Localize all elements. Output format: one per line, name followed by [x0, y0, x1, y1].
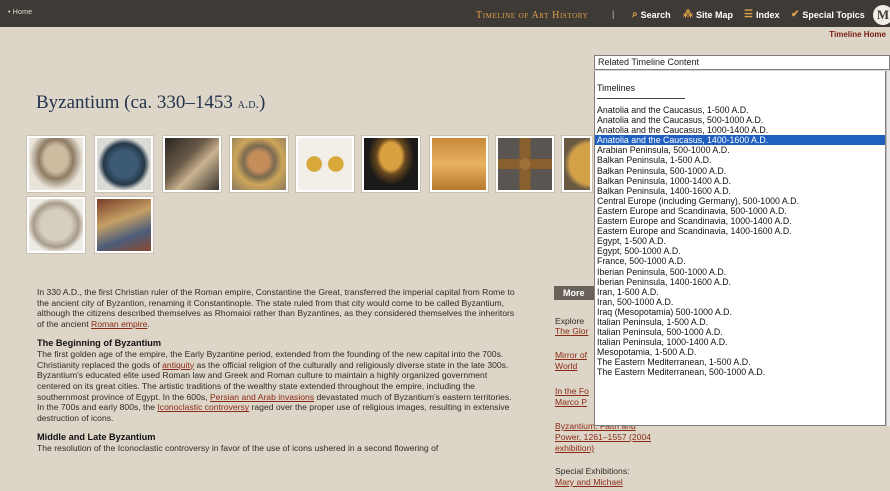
thumbnail-painted-icon[interactable] [95, 197, 153, 253]
related-content-dropdown-list[interactable]: Timelines Anatolia and the Caucasus, 1-5… [594, 71, 886, 426]
timeline-home-link[interactable]: Timeline Home [829, 30, 886, 39]
dropdown-option[interactable]: Italian Peninsula, 1-500 A.D. [595, 317, 885, 327]
dropdown-option[interactable]: Iraq (Mesopotamia) 500-1000 A.D. [595, 307, 885, 317]
page-title: Byzantium (ca. 330–1453 a.d.) [36, 92, 265, 114]
dropdown-option[interactable]: Iberian Peninsula, 500-1000 A.D. [595, 267, 885, 277]
special-exhibitions-label: Special Exhibitions: [555, 466, 630, 476]
dropdown-divider [597, 98, 685, 99]
thumbnail-bronze-cross[interactable] [496, 136, 554, 192]
search-icon: ⌕ [632, 9, 638, 20]
iconoclastic-controversy-link[interactable]: Iconoclastic controversy [157, 402, 249, 412]
dropdown-option[interactable]: Balkan Peninsula, 1-500 A.D. [595, 155, 885, 165]
byzantium-faith-power-link-line3[interactable]: exhibition) [555, 443, 685, 454]
intro-paragraph: In 330 A.D., the first Christian ruler o… [37, 287, 517, 330]
essay-content: In 330 A.D., the first Christian ruler o… [37, 287, 517, 461]
dropdown-option[interactable]: Iberian Peninsula, 1400-1600 A.D. [595, 277, 885, 287]
dropdown-option[interactable]: Mesopotamia, 1-500 A.D. [595, 347, 885, 357]
dropdown-option[interactable]: The Eastern Mediterranean, 500-1000 A.D. [595, 367, 885, 377]
dropdown-option[interactable]: Egypt, 1-500 A.D. [595, 236, 885, 246]
dropdown-option[interactable]: Balkan Peninsula, 1400-1600 A.D. [595, 186, 885, 196]
search-label: Search [640, 9, 671, 20]
museum-logo[interactable]: M [873, 5, 890, 25]
search-link[interactable]: ⌕ Search [632, 9, 671, 20]
title-close: ) [259, 92, 266, 113]
dropdown-options: Anatolia and the Caucasus, 1-500 A.D. Ana… [595, 105, 885, 378]
thumbnail-gold-medallion[interactable] [562, 136, 592, 192]
thumbnail-gold-chalice[interactable] [362, 136, 420, 192]
dropdown-option[interactable]: Italian Peninsula, 1000-1400 A.D. [595, 337, 885, 347]
thumbnail-mosaic-panel[interactable] [163, 136, 221, 192]
dropdown-option[interactable]: Eastern Europe and Scandinavia, 1400-160… [595, 226, 885, 236]
byzantium-faith-power-link-line2[interactable]: Power, 1261–1557 (2004 [555, 432, 685, 443]
dropdown-option[interactable]: Italian Peninsula, 500-1000 A.D. [595, 327, 885, 337]
middle-late-paragraph: The resolution of the Iconoclastic contr… [37, 442, 439, 453]
mary-and-michael-link[interactable]: Mary and Michael [555, 477, 685, 488]
site-map-icon: ⁂ [683, 9, 693, 20]
dropdown-option[interactable]: Anatolia and the Caucasus, 1-500 A.D. [595, 105, 885, 115]
thumbnail-gold-coins[interactable] [296, 136, 354, 192]
dropdown-option[interactable]: Anatolia and the Caucasus, 1400-1600 A.D… [595, 135, 885, 146]
dropdown-option[interactable]: Balkan Peninsula, 500-1000 A.D. [595, 166, 885, 176]
more-resources-header: More [554, 286, 594, 300]
dropdown-option[interactable]: Egypt, 500-1000 A.D. [595, 246, 885, 256]
dropdown-option[interactable]: Arabian Peninsula, 500-1000 A.D. [595, 145, 885, 155]
index-link[interactable]: ☰ Index [744, 9, 779, 20]
site-map-label: Site Map [696, 9, 734, 20]
dropdown-scrollbar[interactable] [886, 71, 890, 426]
special-topics-link[interactable]: ✔ Special Topics [791, 9, 865, 20]
thumbnail-saint-portrait[interactable] [230, 136, 288, 192]
top-navigation-bar: • Home Timeline of Art History | ⌕ Searc… [0, 0, 890, 27]
intro-text-end: . [147, 319, 150, 330]
site-map-link[interactable]: ⁂ Site Map [683, 9, 733, 20]
section-heading-middle-late: Middle and Late Byzantium [37, 431, 156, 442]
title-main: Byzantium (ca. 330–1453 [36, 92, 238, 113]
site-title-link[interactable]: Timeline of Art History [476, 10, 588, 21]
dropdown-option[interactable]: Central Europe (including Germany), 500-… [595, 196, 885, 206]
checkmark-icon: ✔ [791, 9, 800, 20]
section-heading-beginning: The Beginning of Byzantium [37, 337, 162, 348]
thumbnail-portrait-head[interactable] [27, 136, 85, 192]
beginning-paragraph: The first golden age of the empire, the … [37, 349, 517, 424]
dropdown-option[interactable]: Balkan Peninsula, 1000-1400 A.D. [595, 176, 885, 186]
nav-separator: | [612, 9, 615, 19]
dropdown-option[interactable]: Eastern Europe and Scandinavia, 1000-140… [595, 216, 885, 226]
persian-arab-invasions-link[interactable]: Persian and Arab invasions [210, 392, 314, 402]
special-topics-label: Special Topics [802, 9, 865, 20]
home-link[interactable]: • Home [8, 9, 32, 16]
dropdown-option[interactable]: Eastern Europe and Scandinavia, 500-1000… [595, 206, 885, 216]
dropdown-option[interactable]: Iran, 1-500 A.D. [595, 287, 885, 297]
related-content-select[interactable]: Related Timeline Content [594, 55, 890, 70]
roman-empire-link[interactable]: Roman empire [91, 319, 147, 329]
dropdown-group-heading: Timelines [597, 83, 636, 93]
dropdown-option[interactable]: The Eastern Mediterranean, 1-500 A.D. [595, 357, 885, 367]
dropdown-option[interactable]: France, 500-1000 A.D. [595, 256, 885, 266]
dropdown-option[interactable]: Anatolia and the Caucasus, 1000-1400 A.D… [595, 125, 885, 135]
title-era: a.d. [237, 97, 260, 112]
index-icon: ☰ [744, 9, 753, 20]
dropdown-option[interactable]: Iran, 500-1000 A.D. [595, 297, 885, 307]
antiquity-link[interactable]: antiquity [162, 360, 194, 370]
thumbnail-stone-capital[interactable] [27, 197, 85, 253]
index-label: Index [755, 9, 780, 20]
dropdown-option[interactable]: Anatolia and the Caucasus, 500-1000 A.D. [595, 115, 885, 125]
thumbnail-gold-icon-panel[interactable] [430, 136, 488, 192]
thumbnail-blue-pendant[interactable] [95, 136, 153, 192]
